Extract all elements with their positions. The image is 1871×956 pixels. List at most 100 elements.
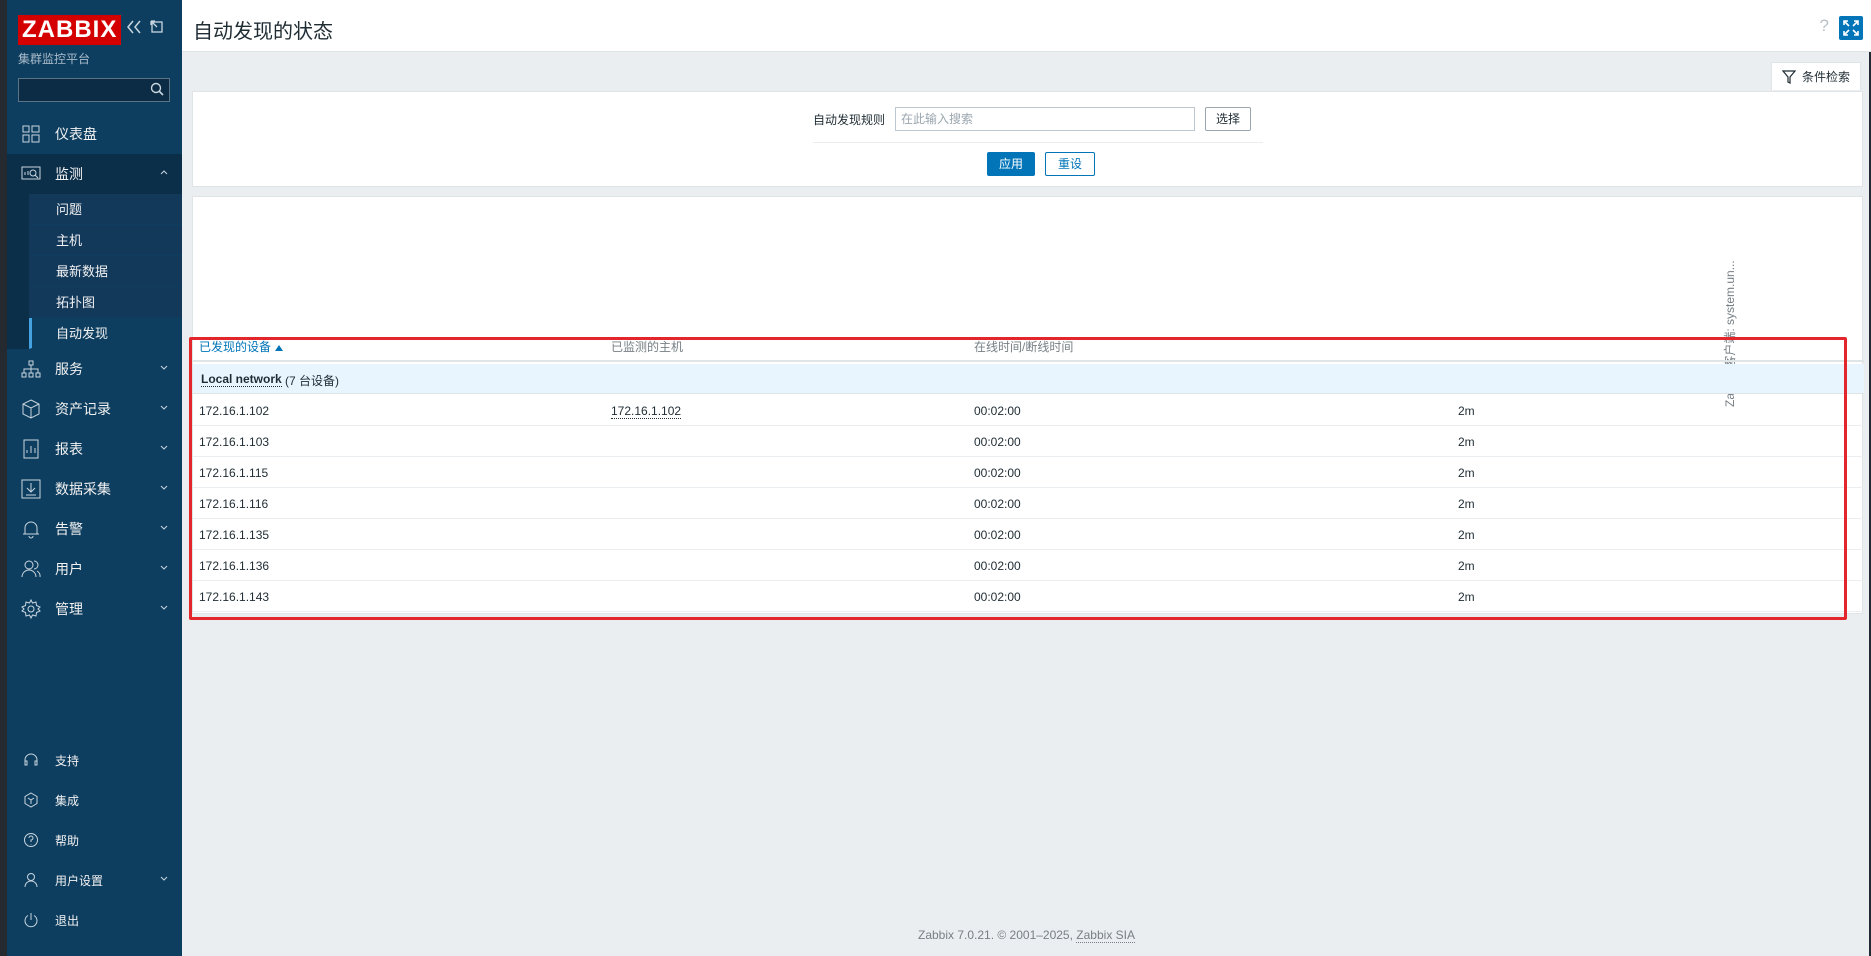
brand-subtitle: 集群监控平台 <box>18 52 91 66</box>
headset-icon <box>21 750 41 770</box>
nav-user-settings[interactable]: 用户设置 <box>7 860 182 900</box>
chevron-down-icon <box>160 405 168 410</box>
nav-label: 退出 <box>55 913 80 928</box>
main-nav: 仪表盘 监测 问题 主机 最新数据 拓扑图 自动发现 服务 资产记录 报表 数据… <box>7 114 182 629</box>
sort-asc-icon <box>275 344 284 351</box>
nav-label: 用户 <box>55 561 83 577</box>
nav-monitoring[interactable]: 监测 <box>7 154 182 194</box>
dashboard-icon <box>21 124 41 144</box>
chevron-down-icon <box>160 445 168 450</box>
nav-label: 管理 <box>55 601 83 617</box>
discovery-table: Zabbix 客户端: system.un... 已发现的设备 已监测的主机 在… <box>192 196 1864 614</box>
bell-icon <box>21 519 41 539</box>
nav-signout[interactable]: 退出 <box>7 900 182 940</box>
nav-label: 报表 <box>55 441 83 457</box>
nav-administration[interactable]: 管理 <box>7 589 182 629</box>
nav-label: 用户设置 <box>55 873 104 888</box>
chevron-down-icon <box>160 525 168 530</box>
nav-label: 资产记录 <box>55 401 111 417</box>
group-row: Local network (7 台设备) <box>193 364 1864 394</box>
host-link[interactable]: 172.16.1.102 <box>611 404 682 419</box>
check-value: 2m <box>1458 528 1475 542</box>
discovery-rule-input[interactable]: 在此输入搜索 <box>895 107 1196 131</box>
nav-label: 集成 <box>55 793 80 808</box>
uptime-value: 00:02:00 <box>974 559 1021 573</box>
help-icon <box>21 830 41 850</box>
integrations-icon <box>21 790 41 810</box>
chevron-down-icon <box>160 485 168 490</box>
page-header: 自动发现的状态 ? <box>182 0 1871 52</box>
device-ip: 172.16.1.135 <box>199 528 270 542</box>
kiosk-mode-icon[interactable] <box>150 20 164 39</box>
nav-latest-data[interactable]: 最新数据 <box>29 256 182 287</box>
help-icon[interactable]: ? <box>1820 16 1829 36</box>
nav-users[interactable]: 用户 <box>7 549 182 589</box>
discovery-rule-link[interactable]: Local network <box>201 372 282 387</box>
footer-link[interactable]: Zabbix SIA <box>1076 928 1135 943</box>
table-row: 172.16.1.143 00:02:00 2m <box>193 581 1864 612</box>
nav-problems[interactable]: 问题 <box>29 194 182 225</box>
nav-maps[interactable]: 拓扑图 <box>29 287 182 318</box>
device-ip: 172.16.1.143 <box>199 590 270 604</box>
fullscreen-button[interactable] <box>1839 16 1863 40</box>
power-icon <box>21 910 41 930</box>
gear-icon <box>21 599 41 619</box>
footer-text: Zabbix 7.0.21. © 2001–2025, <box>917 928 1073 942</box>
nav-integrations[interactable]: 集成 <box>7 780 182 820</box>
filter-tab[interactable]: 条件检索 <box>1770 62 1861 90</box>
nav-label: 监测 <box>55 166 83 182</box>
footer: Zabbix 7.0.21. © 2001–2025, Zabbix SIA <box>182 928 1871 943</box>
table-header: 已发现的设备 已监测的主机 在线时间/断线时间 <box>193 327 1864 362</box>
chevron-down-icon <box>160 565 168 570</box>
nav-data-collection[interactable]: 数据采集 <box>7 469 182 509</box>
nav-dashboard[interactable]: 仪表盘 <box>7 114 182 154</box>
reset-button[interactable]: 重设 <box>1045 152 1096 176</box>
monitoring-submenu: 问题 主机 最新数据 拓扑图 自动发现 <box>7 194 182 349</box>
collapse-sidebar-icon[interactable] <box>126 20 142 39</box>
device-ip: 172.16.1.102 <box>199 404 270 418</box>
check-value: 2m <box>1458 497 1475 511</box>
check-value: 2m <box>1458 590 1475 604</box>
chevron-up-icon <box>160 170 168 175</box>
user-icon <box>21 870 41 890</box>
search-icon[interactable] <box>150 82 164 96</box>
table-row: 172.16.1.116 00:02:00 2m <box>193 488 1864 519</box>
sidebar-search-input[interactable] <box>18 78 170 102</box>
table-row: 172.16.1.103 00:02:00 2m <box>193 426 1864 457</box>
nav-hosts[interactable]: 主机 <box>29 225 182 256</box>
uptime-value: 00:02:00 <box>974 590 1021 604</box>
check-value: 2m <box>1458 435 1475 449</box>
page-title: 自动发现的状态 <box>193 21 333 43</box>
col-label: 已发现的设备 <box>199 340 272 354</box>
brand: ZABBIX 集群监控平台 <box>18 15 122 67</box>
apply-button[interactable]: 应用 <box>987 152 1036 176</box>
nav-label: 仪表盘 <box>55 126 97 142</box>
table-row: 172.16.1.136 00:02:00 2m <box>193 550 1864 581</box>
nav-inventory[interactable]: 资产记录 <box>7 389 182 429</box>
device-ip: 172.16.1.116 <box>199 497 269 511</box>
check-value: 2m <box>1458 404 1475 418</box>
col-discovered-device[interactable]: 已发现的设备 <box>199 338 284 355</box>
filter-divider <box>813 142 1263 143</box>
uptime-value: 00:02:00 <box>974 497 1021 511</box>
nav-help[interactable]: 帮助 <box>7 820 182 860</box>
nav-alerts[interactable]: 告警 <box>7 509 182 549</box>
fullscreen-icon <box>1843 20 1859 36</box>
sidebar: ZABBIX 集群监控平台 仪表盘 监测 问题 主机 最新数据 拓扑图 自动发现… <box>0 0 182 956</box>
filter-panel: 自动发现规则 在此输入搜索 选择 应用 重设 <box>192 91 1863 187</box>
col-uptime: 在线时间/断线时间 <box>974 340 1074 354</box>
nav-services[interactable]: 服务 <box>7 349 182 389</box>
users-icon <box>21 559 41 579</box>
check-value: 2m <box>1458 466 1475 480</box>
reports-icon <box>21 439 41 459</box>
nav-support[interactable]: 支持 <box>7 740 182 780</box>
uptime-value: 00:02:00 <box>974 435 1021 449</box>
select-button[interactable]: 选择 <box>1205 107 1252 131</box>
nav-label: 支持 <box>55 753 80 768</box>
chevron-down-icon <box>160 365 168 370</box>
nav-reports[interactable]: 报表 <box>7 429 182 469</box>
uptime-value: 00:02:00 <box>974 404 1021 418</box>
filter-actions: 应用 重设 <box>987 152 1096 176</box>
zabbix-logo[interactable]: ZABBIX <box>18 15 122 45</box>
nav-discovery[interactable]: 自动发现 <box>29 318 182 349</box>
